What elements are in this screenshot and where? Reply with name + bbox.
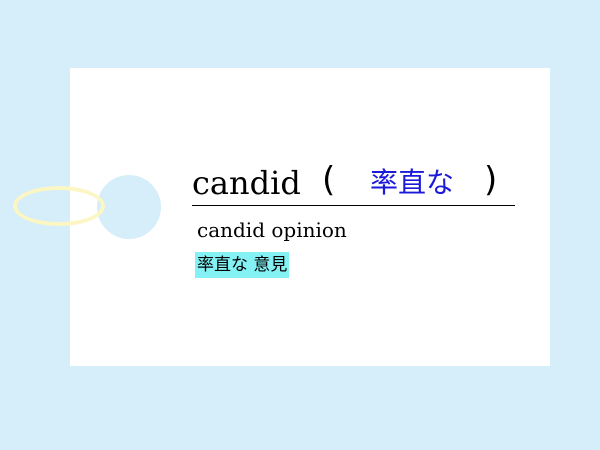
headword-meaning: 率直な [370,166,455,199]
close-paren: ) [484,160,498,200]
page: { "card": { "word": "candid", "paren_ope… [0,0,600,450]
open-paren: ( [322,160,336,200]
headword: candid [192,164,301,202]
headword-line: candid ( 率直な ) [192,160,515,206]
example-phrase: candid opinion [197,218,347,242]
card-ring [13,186,105,226]
card-punch-hole [97,175,161,239]
example-phrase-translation: 率直な 意見 [195,252,290,278]
